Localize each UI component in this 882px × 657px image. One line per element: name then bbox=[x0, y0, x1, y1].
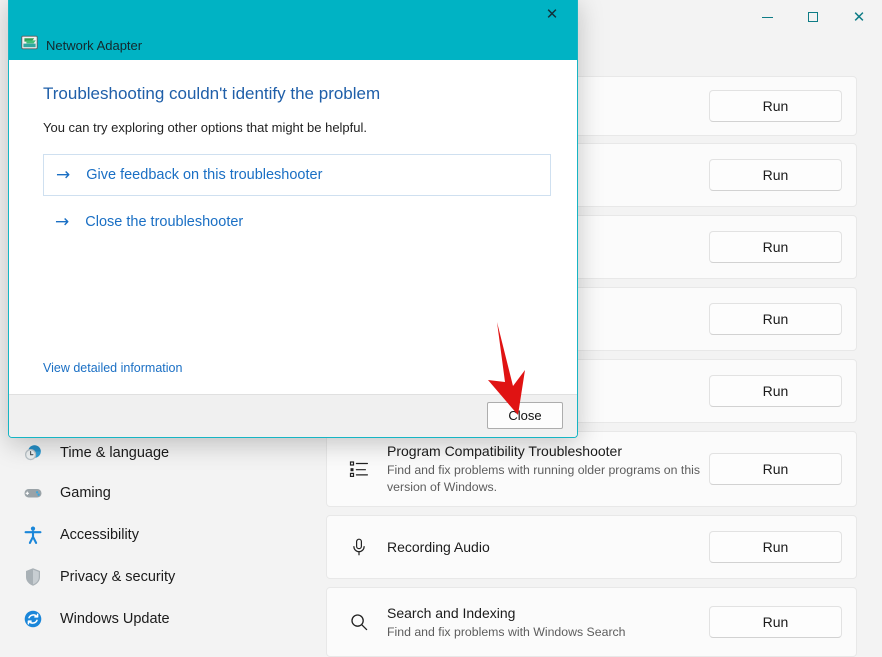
dialog-footer: Close bbox=[9, 394, 577, 437]
run-button[interactable]: Run bbox=[709, 90, 842, 122]
run-button[interactable]: Run bbox=[709, 231, 842, 263]
row-text: Program Compatibility Troubleshooter Fin… bbox=[387, 432, 707, 506]
sidebar-item-gaming[interactable]: Gaming bbox=[10, 474, 302, 512]
refresh-sync-icon bbox=[20, 607, 46, 631]
table-row-search-indexing[interactable]: Search and Indexing Find and fix problem… bbox=[326, 587, 857, 657]
sidebar-item-time-language[interactable]: Time & language bbox=[10, 434, 302, 472]
dialog-titlebar: ✕ Network Adapter bbox=[9, 0, 577, 60]
sidebar-item-label: Accessibility bbox=[60, 527, 139, 543]
close-icon: ✕ bbox=[853, 10, 866, 25]
row-title: Search and Indexing bbox=[387, 604, 707, 622]
option-label: Give feedback on this troubleshooter bbox=[86, 167, 322, 183]
dialog-app-title-label: Network Adapter bbox=[46, 38, 142, 53]
option-label: Close the troubleshooter bbox=[85, 214, 243, 230]
run-button[interactable]: Run bbox=[709, 453, 842, 485]
close-icon: ✕ bbox=[546, 5, 559, 23]
row-description: Find and fix problems with Windows Searc… bbox=[387, 624, 707, 641]
maximize-icon bbox=[808, 12, 818, 22]
list-icon bbox=[345, 455, 373, 483]
sidebar-item-privacy-security[interactable]: Privacy & security bbox=[10, 558, 302, 596]
sidebar-item-label: Gaming bbox=[60, 485, 111, 501]
dialog-app-title: Network Adapter bbox=[21, 34, 142, 56]
sidebar-item-label: Privacy & security bbox=[60, 569, 175, 585]
run-button[interactable]: Run bbox=[709, 375, 842, 407]
dialog-subtext: You can try exploring other options that… bbox=[43, 120, 367, 135]
window-controls: ✕ bbox=[744, 0, 882, 34]
minimize-button[interactable] bbox=[744, 0, 790, 34]
sidebar-item-accessibility[interactable]: Accessibility bbox=[10, 516, 302, 554]
troubleshooter-dialog: ✕ Network Adapter Troubleshooting couldn… bbox=[8, 0, 578, 438]
dialog-close-button[interactable]: ✕ bbox=[531, 0, 573, 28]
arrow-right-icon: → bbox=[55, 214, 69, 231]
option-give-feedback[interactable]: → Give feedback on this troubleshooter bbox=[43, 154, 551, 196]
run-button[interactable]: Run bbox=[709, 159, 842, 191]
sidebar-item-windows-update[interactable]: Windows Update bbox=[10, 600, 302, 638]
run-button[interactable]: Run bbox=[709, 303, 842, 335]
clock-globe-icon bbox=[20, 441, 46, 465]
table-row-recording-audio[interactable]: Recording Audio Run bbox=[326, 515, 857, 579]
sidebar-item-label: Time & language bbox=[60, 445, 169, 461]
close-button[interactable]: Close bbox=[487, 402, 563, 429]
shield-icon bbox=[20, 565, 46, 589]
search-icon bbox=[345, 608, 373, 636]
minimize-icon bbox=[762, 17, 773, 18]
row-title: Recording Audio bbox=[387, 538, 707, 556]
gamepad-icon bbox=[20, 481, 46, 505]
network-adapter-icon bbox=[21, 34, 38, 56]
sidebar-item-label: Windows Update bbox=[60, 611, 170, 627]
dialog-heading: Troubleshooting couldn't identify the pr… bbox=[43, 84, 380, 104]
row-text: Recording Audio bbox=[387, 516, 707, 578]
run-button[interactable]: Run bbox=[709, 531, 842, 563]
maximize-button[interactable] bbox=[790, 0, 836, 34]
microphone-icon bbox=[345, 533, 373, 561]
view-detailed-information-link[interactable]: View detailed information bbox=[43, 361, 182, 375]
row-description: Find and fix problems with running older… bbox=[387, 462, 707, 496]
arrow-right-icon: → bbox=[56, 167, 70, 184]
close-window-button[interactable]: ✕ bbox=[836, 0, 882, 34]
row-title: Program Compatibility Troubleshooter bbox=[387, 442, 707, 460]
dialog-body: Troubleshooting couldn't identify the pr… bbox=[9, 60, 577, 396]
run-button[interactable]: Run bbox=[709, 606, 842, 638]
option-close-troubleshooter[interactable]: → Close the troubleshooter bbox=[43, 201, 551, 243]
table-row-program-compatibility[interactable]: Program Compatibility Troubleshooter Fin… bbox=[326, 431, 857, 507]
accessibility-person-icon bbox=[20, 523, 46, 547]
